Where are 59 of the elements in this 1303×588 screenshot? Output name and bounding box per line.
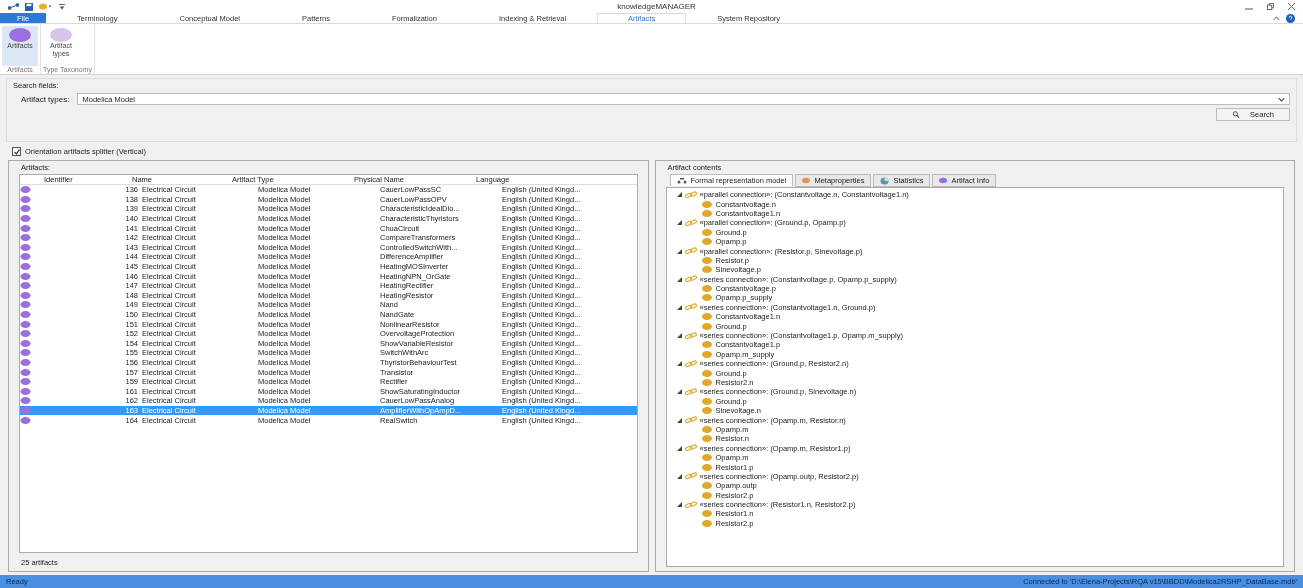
expand-arrow-icon[interactable]: [676, 389, 682, 395]
expand-arrow-icon[interactable]: [676, 473, 682, 479]
port-icon: [700, 435, 713, 443]
window-title: knowledgeMANAGER: [616, 2, 697, 11]
chain-link-icon: [684, 190, 697, 199]
port-icon: [700, 397, 713, 405]
port-icon: [700, 256, 713, 264]
expand-arrow-icon[interactable]: [676, 417, 682, 423]
info-dot-icon: [939, 177, 948, 184]
expand-arrow-icon[interactable]: [676, 445, 682, 451]
artifact-icon: [20, 301, 31, 309]
port-icon: [700, 407, 713, 415]
chain-link-icon: [684, 416, 697, 425]
chain-link-icon: [684, 444, 697, 453]
artifact-icon: [20, 416, 31, 424]
expand-arrow-icon[interactable]: [676, 220, 682, 226]
port-icon: [700, 425, 713, 433]
port-icon: [700, 266, 713, 274]
port-icon: [700, 369, 713, 377]
chain-link-icon: [684, 387, 697, 396]
diagram-icon: [676, 177, 687, 184]
port-icon: [700, 238, 713, 246]
artifact-icon: [20, 320, 31, 328]
artifact-icon: [20, 349, 31, 357]
customize-icon[interactable]: [59, 3, 65, 10]
expand-arrow-icon[interactable]: [676, 502, 682, 508]
network-icon[interactable]: [8, 3, 19, 10]
port-icon: [700, 379, 713, 386]
artifact-icon: [20, 253, 31, 261]
collapse-ribbon-icon[interactable]: [1273, 15, 1280, 21]
artifact-icon: [20, 311, 31, 318]
chain-link-icon: [684, 247, 697, 256]
chain-link-icon: [684, 331, 697, 340]
pie-chart-icon: [880, 176, 890, 185]
expand-arrow-icon[interactable]: [676, 192, 682, 198]
artifact-icon: [20, 205, 31, 213]
save-icon[interactable]: [25, 2, 33, 11]
expand-arrow-icon[interactable]: [676, 333, 682, 339]
expand-arrow-icon[interactable]: [676, 248, 682, 254]
close-icon[interactable]: [1288, 3, 1295, 10]
restore-icon[interactable]: [1267, 3, 1274, 10]
chain-link-icon: [684, 275, 697, 284]
field-label: Artifact types:: [21, 94, 70, 104]
artifact-icon: [20, 368, 31, 376]
chain-link-icon: [684, 359, 697, 368]
expand-arrow-icon[interactable]: [676, 276, 682, 282]
search-icon: [1232, 111, 1241, 118]
dropdown-dot-icon[interactable]: [39, 3, 53, 10]
checkbox[interactable]: [12, 147, 21, 156]
chain-link-icon: [684, 218, 697, 227]
expand-arrow-icon[interactable]: [676, 361, 682, 367]
help-icon[interactable]: [1286, 13, 1295, 23]
chain-link-icon: [684, 500, 697, 509]
chain-link-icon: [684, 472, 697, 481]
chain-link-icon: [684, 303, 697, 312]
property-dot-icon: [802, 177, 811, 184]
port-icon: [700, 228, 713, 236]
expand-arrow-icon[interactable]: [676, 304, 682, 310]
artifact-icon: [20, 359, 31, 366]
